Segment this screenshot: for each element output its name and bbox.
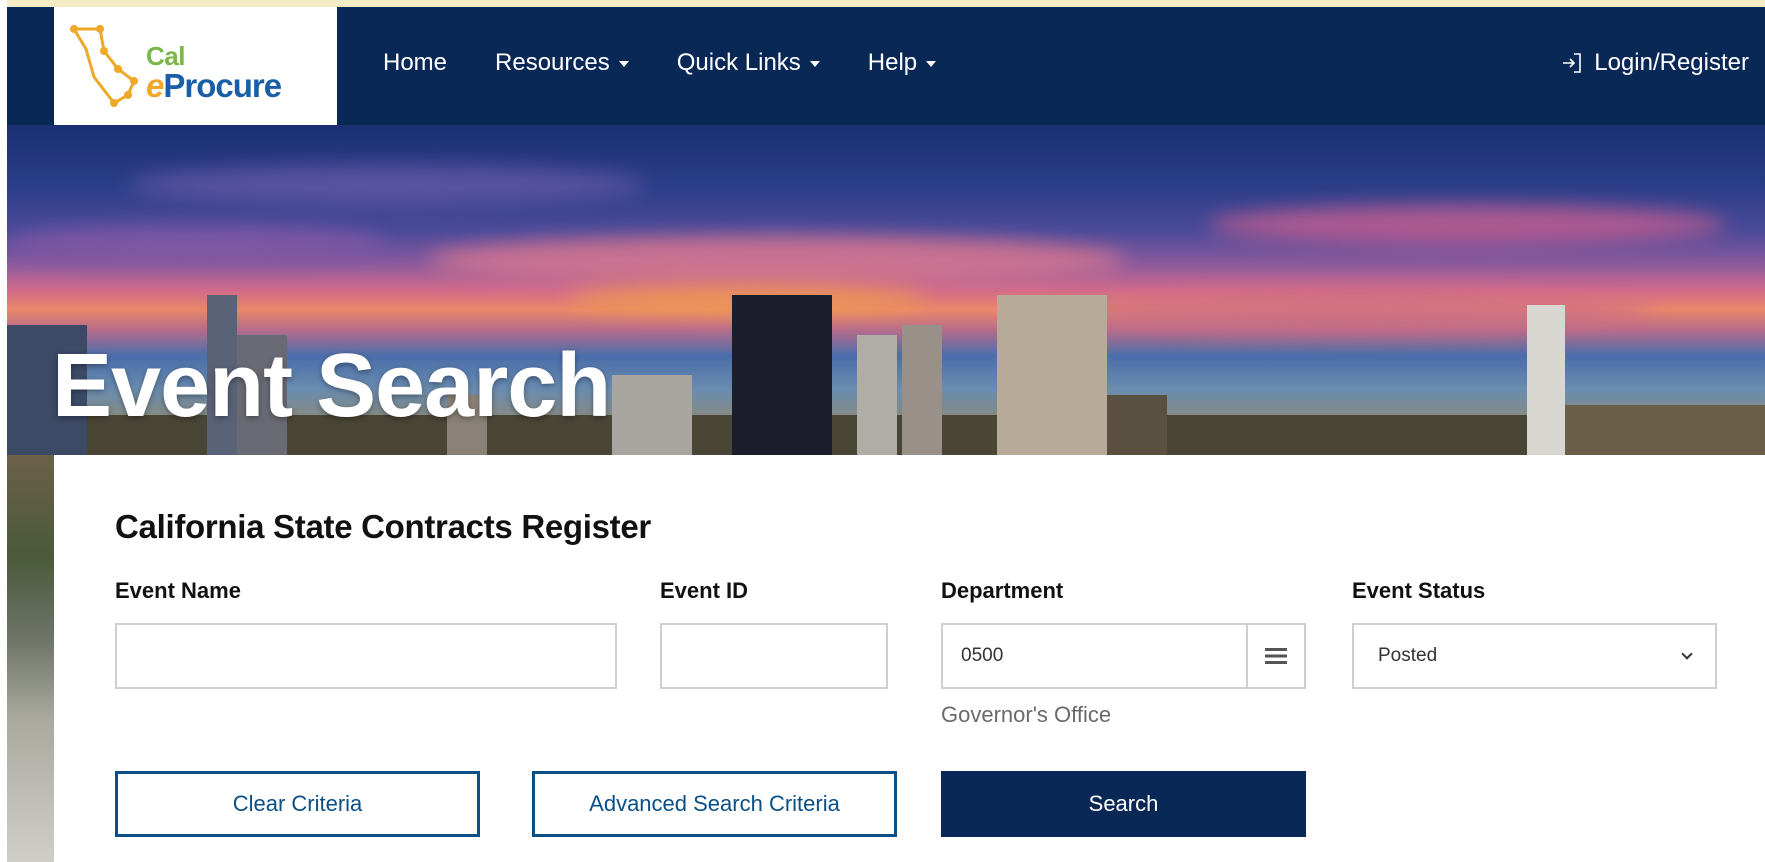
logo-text-e: e [146, 67, 164, 104]
department-list-button[interactable] [1246, 625, 1304, 687]
main-nav: Home Resources Quick Links Help [383, 49, 984, 77]
hero-cloud [427, 235, 1127, 285]
event-id-input[interactable] [660, 623, 888, 689]
login-register-link[interactable]: Login/Register [1560, 49, 1749, 77]
caret-down-icon [618, 61, 629, 67]
department-label: Department [941, 578, 1064, 603]
hero-cloud [7, 225, 387, 259]
event-status-label: Event Status [1352, 578, 1486, 603]
nav-quick-links-label: Quick Links [676, 49, 801, 76]
event-id-label: Event ID [660, 578, 749, 603]
event-name-input[interactable] [115, 623, 617, 689]
nav-resources-label: Resources [495, 49, 610, 76]
california-constellation-icon [70, 25, 138, 107]
nav-quick-links[interactable]: Quick Links [677, 49, 820, 77]
caleprocure-logo[interactable]: Cal eProcure [54, 7, 337, 125]
caret-down-icon [926, 61, 937, 67]
clear-criteria-button[interactable]: Clear Criteria [115, 771, 480, 837]
event-status-select[interactable]: Posted [1352, 623, 1717, 689]
nav-help[interactable]: Help [867, 49, 937, 77]
top-accent-line [7, 0, 1765, 7]
login-arrow-icon [1563, 53, 1582, 73]
chevron-down-icon [1681, 648, 1693, 660]
event-status-value: Posted [1378, 645, 1438, 666]
hero-cloud [127, 165, 647, 205]
page-title: Event Search [52, 336, 611, 436]
nav-resources[interactable]: Resources [495, 49, 629, 77]
background-image-strip [7, 455, 54, 862]
section-title: California State Contracts Register [115, 508, 651, 545]
nav-home[interactable]: Home [383, 49, 447, 77]
page-frame: Cal eProcure Home Resources Quick Links … [7, 0, 1765, 862]
hero-cloud [1207, 205, 1727, 245]
search-button[interactable]: Search [941, 771, 1306, 837]
logo-text-eprocure: eProcure [146, 67, 282, 105]
login-register-label: Login/Register [1594, 49, 1749, 76]
department-field [941, 623, 1306, 689]
hero-banner: Event Search [7, 125, 1765, 455]
department-name-text: Governor's Office [941, 702, 1112, 727]
event-name-label: Event Name [115, 578, 241, 603]
caret-down-icon [809, 61, 820, 67]
nav-help-label: Help [867, 49, 918, 76]
nav-home-label: Home [383, 49, 448, 76]
advanced-search-button[interactable]: Advanced Search Criteria [532, 771, 897, 837]
list-icon [1265, 648, 1287, 664]
top-navbar: Cal eProcure Home Resources Quick Links … [7, 7, 1765, 125]
logo-text-procure: Procure [163, 67, 282, 104]
search-panel: California State Contracts Register Even… [54, 455, 1765, 862]
department-input[interactable] [943, 625, 1246, 687]
